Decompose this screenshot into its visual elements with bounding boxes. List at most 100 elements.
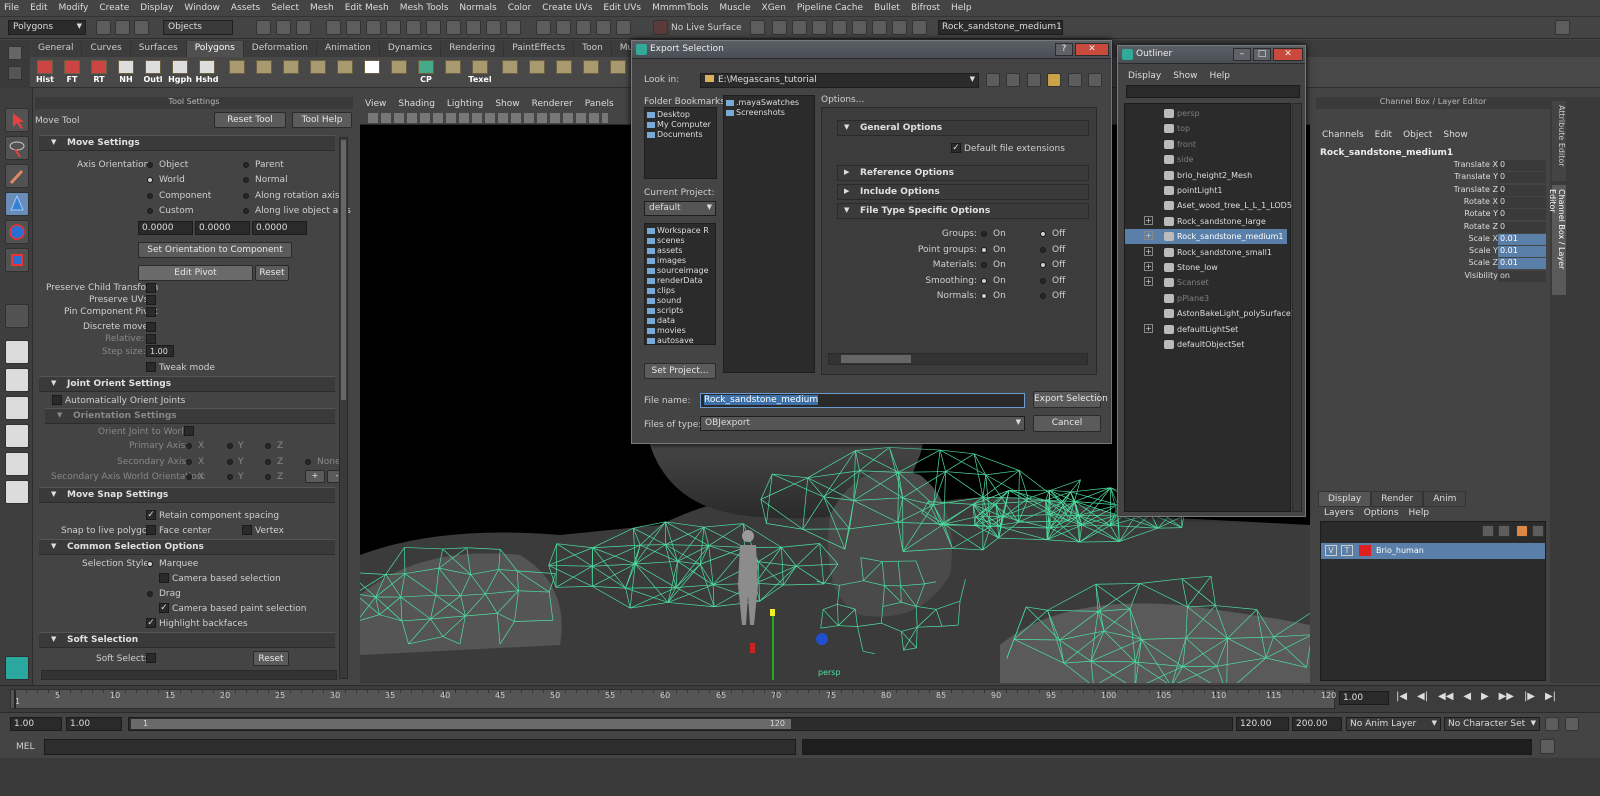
select-tool-icon[interactable] [5,108,29,132]
world-y-radio[interactable] [227,474,233,480]
menu-edit-mesh[interactable]: Edit Mesh [345,3,389,13]
menu-color[interactable]: Color [508,3,532,13]
outliner-item-brio-height2-mesh[interactable]: brio_height2_Mesh [1125,168,1287,183]
snap-grid-icon[interactable] [326,20,341,35]
layer-visibility-toggle[interactable]: V [1325,545,1337,556]
magnet-icon[interactable] [596,20,611,35]
shelf-tab-general[interactable]: General [30,41,83,57]
shelf-poly-tool-4[interactable] [306,60,330,86]
auto-key-icon[interactable] [1545,717,1559,731]
shelf-hgph-button[interactable]: Hgph [168,60,192,86]
project-folder-workspace-r[interactable]: Workspace R [645,226,715,236]
channel-menu-object[interactable]: Object [1403,130,1432,140]
axis-component-radio[interactable] [147,193,153,199]
outliner-item-front[interactable]: front [1125,137,1287,152]
move-tool-icon[interactable] [5,192,29,216]
outliner-item-aset-wood-tree-l-l-1-lod5[interactable]: Aset_wood_tree_L_L_1_LOD5 [1125,198,1292,213]
viewport-menu-panels[interactable]: Panels [585,99,614,109]
textured-icon[interactable] [832,20,847,35]
channel-value[interactable]: 0 [1498,221,1546,233]
shelf-ft-button[interactable]: FT [60,60,84,86]
channel-value[interactable]: 0 [1498,160,1546,171]
shelf-poly-tool-10[interactable] [552,60,576,86]
channel-value[interactable]: 0.01 [1498,233,1546,245]
obj-option-on-radio-groups[interactable] [981,231,987,237]
shelf-hshd-button[interactable]: Hshd [195,60,219,86]
shelf-texel-button[interactable]: Texel [468,60,492,86]
use-lights-icon[interactable] [852,20,867,35]
shelf-poly-tool-6[interactable] [387,60,411,86]
outliner-menu-show[interactable]: Show [1173,71,1197,81]
include-options-section[interactable]: Include Options [837,184,1089,200]
obj-option-off-radio-groups[interactable] [1040,231,1046,237]
close-button[interactable]: ✕ [1075,43,1109,56]
menu-muscle[interactable]: Muscle [719,3,750,13]
last-tool-icon[interactable] [5,304,29,328]
persp-outliner-layout-icon[interactable] [5,396,29,420]
select-by-hierarchy-icon[interactable] [256,20,271,35]
shelf-tab-polygons[interactable]: Polygons [186,41,244,57]
pin-pivot-checkbox[interactable] [146,307,156,317]
bookmark-my-computer[interactable]: My Computer [645,120,716,130]
channel-box-tab[interactable]: Channel Box / Layer Editor [1548,185,1566,295]
expand-toggle-icon[interactable]: + [1144,262,1153,271]
set-orientation-button[interactable]: Set Orientation to Component [138,242,292,258]
camera-paint-checkbox[interactable]: ✓ [159,603,169,613]
channel-value[interactable]: 0 [1498,196,1546,208]
select-by-object-icon[interactable] [276,20,291,35]
persp-graph-hypergraph-layout-icon[interactable] [5,480,29,504]
drag-radio[interactable] [147,591,153,597]
channel-value[interactable]: 0.01 [1498,246,1546,258]
lasso-tool-icon[interactable] [5,136,29,160]
soft-selection-frame[interactable]: Soft Selection [39,632,335,648]
orientation-settings-frame[interactable]: Orientation Settings [45,408,335,424]
project-folders-list[interactable]: Workspace Rscenes assets images sourceimage… [644,223,716,345]
obj-option-off-radio-point-groups[interactable] [1040,246,1046,253]
channel-row-rotate-x[interactable]: Rotate X0 [1316,196,1550,209]
viewport-menu-lighting[interactable]: Lighting [447,99,483,109]
menu-mesh-tools[interactable]: Mesh Tools [400,3,449,13]
orientation-z-field[interactable]: 0.0000 [252,221,307,235]
face-center-checkbox[interactable] [146,525,156,535]
shelf-poly-tool-7[interactable] [441,60,465,86]
viewport-menu-shading[interactable]: Shading [398,99,435,109]
anim-start-field[interactable]: 1.00 [10,717,62,731]
move-settings-frame[interactable]: Move Settings [39,135,335,151]
smooth-shade-icon[interactable] [812,20,827,35]
tool-settings-hscrollbar[interactable] [41,670,337,680]
set-project-button[interactable]: Set Project... [644,363,716,379]
outliner-item-rock-sandstone-large[interactable]: + Rock_sandstone_large [1125,214,1287,229]
new-layer-icon[interactable] [1482,525,1494,537]
manipulator-handle[interactable] [770,609,775,616]
outliner-titlebar[interactable]: Outliner – □ ✕ [1118,46,1305,64]
menu-help[interactable]: Help [951,3,972,13]
viewport-toolbar-icons[interactable] [368,113,608,123]
files-list[interactable]: .mayaSwatches Screenshots [723,95,815,373]
selected-object-field[interactable]: Rock_sandstone_medium1 [938,20,1063,35]
axis-custom-radio[interactable] [147,208,153,214]
project-folder-data[interactable]: data [645,316,715,326]
menu-modify[interactable]: Modify [59,3,89,13]
menu-edit-uvs[interactable]: Edit UVs [603,3,641,13]
expand-toggle-icon[interactable]: + [1144,246,1153,256]
axis-live-radio[interactable] [243,208,249,214]
reference-options-section[interactable]: Reference Options [837,165,1089,181]
range-handle[interactable]: 1 120 [131,719,791,729]
snap-surface-icon[interactable] [406,20,421,35]
shelf-poly-tool-9[interactable] [525,60,549,86]
tool-settings-vscrollbar[interactable] [339,137,348,679]
channel-row-translate-y[interactable]: Translate Y0 [1316,172,1550,184]
project-folder-sourceimage[interactable]: sourceimage [645,266,715,276]
input-ops-icon[interactable] [556,20,571,35]
show-hide-sidebar-icon[interactable] [1555,20,1570,35]
menu-edit[interactable]: Edit [30,3,47,13]
outliner-item-persp[interactable]: persp [1125,106,1287,121]
outliner-item-rock-sandstone-medium1[interactable]: + Rock_sandstone_medium1 [1125,229,1287,245]
outliner-item-pplane3[interactable]: pPlane3 [1125,291,1287,306]
axis-rotation-radio[interactable] [243,193,249,199]
file-item-screenshots[interactable]: Screenshots [724,108,814,118]
layer-color-swatch[interactable] [1359,545,1371,556]
primary-y-radio[interactable] [227,443,233,449]
single-perspective-layout-icon[interactable] [5,340,29,364]
menu-mmmmtools[interactable]: MmmmTools [652,3,708,13]
